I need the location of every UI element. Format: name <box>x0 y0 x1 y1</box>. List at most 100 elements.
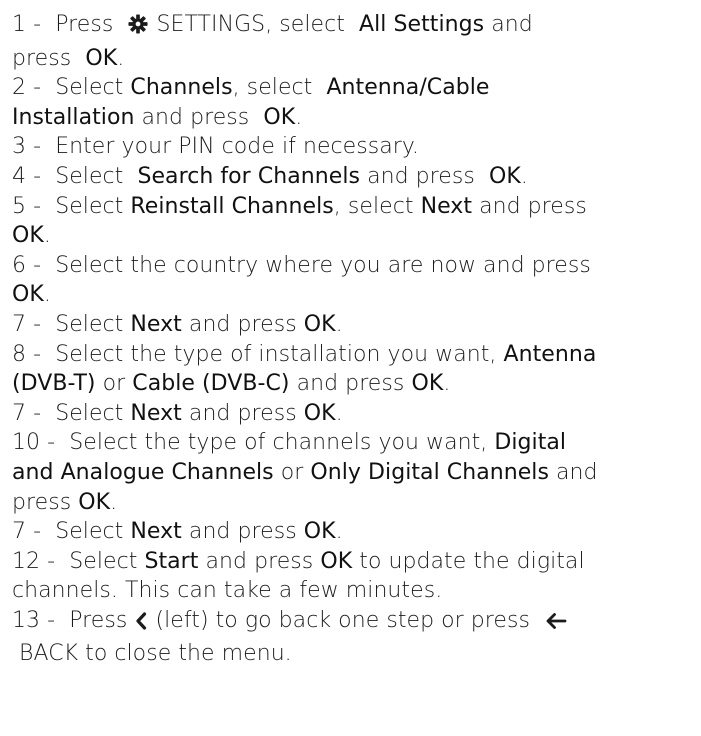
step-text: and press <box>479 193 587 219</box>
key-ok: OK <box>488 163 521 189</box>
chevron-left-icon <box>134 610 148 640</box>
step-text: Select the country where you are now and… <box>55 252 591 278</box>
step-text: and press <box>188 400 297 426</box>
step-number: 4 - <box>12 163 42 189</box>
instructions-document: 1 - Press SETTINGS, select All Settings … <box>0 0 701 736</box>
step-10-line-3: press OK. <box>12 488 701 518</box>
step-1-line-2: press OK. <box>12 44 701 74</box>
step-text: . <box>117 45 125 71</box>
step-text: or <box>280 459 304 485</box>
key-ok: OK <box>263 104 296 130</box>
menu-term-search-for-channels: Search for Channels <box>137 163 361 189</box>
settings-gear-icon <box>127 13 149 44</box>
step-text: and press <box>296 371 405 397</box>
step-7a-line-1: 7 - Select Next and press OK. <box>12 310 701 340</box>
step-7c-line-1: 7 - Select Next and press OK. <box>12 517 701 547</box>
step-text: . <box>43 223 51 249</box>
step-text: Enter your PIN code if necessary. <box>55 134 419 160</box>
menu-term-channels: Channels <box>130 75 233 101</box>
menu-term-all-settings: All Settings <box>359 12 485 37</box>
step-6-line-2: OK. <box>12 280 701 310</box>
step-text: . <box>335 400 343 426</box>
step-text: and <box>556 459 598 485</box>
key-ok: OK <box>85 45 118 71</box>
step-text: Select <box>69 548 138 574</box>
step-number: 7 - <box>12 400 42 426</box>
menu-term-digital: Digital <box>494 430 567 456</box>
menu-term-next: Next <box>420 193 473 219</box>
step-7b-line-1: 7 - Select Next and press OK. <box>12 399 701 429</box>
step-text: press <box>12 45 72 71</box>
step-text: . <box>443 371 451 397</box>
key-ok: OK <box>320 548 353 574</box>
key-ok: OK <box>78 489 111 515</box>
step-8-line-1: 8 - Select the type of installation you … <box>12 340 701 370</box>
step-text: press <box>12 489 72 515</box>
step-3-line-1: 3 - Enter your PIN code if necessary. <box>12 132 701 162</box>
step-text: . <box>43 282 51 308</box>
menu-term-antenna: Antenna <box>503 341 597 367</box>
step-text: . <box>110 489 118 515</box>
step-text: . <box>335 311 343 337</box>
step-number: 2 - <box>12 75 42 101</box>
step-number: 6 - <box>12 252 42 278</box>
step-text: Select the type of channels you want, <box>69 430 488 456</box>
step-number: 12 - <box>12 548 56 574</box>
step-13-line-1: 13 - Press (left) to go back one step or… <box>12 606 701 640</box>
menu-term-next: Next <box>130 519 182 545</box>
menu-term-installation: Installation <box>12 104 135 130</box>
step-text: (left) to go back one step or press <box>155 607 531 633</box>
step-2-line-1: 2 - Select Channels, select Antenna/Cabl… <box>12 73 701 103</box>
key-ok: OK <box>303 519 336 545</box>
step-5-line-1: 5 - Select Reinstall Channels, select Ne… <box>12 192 701 222</box>
menu-term-next: Next <box>130 311 182 337</box>
step-text: or <box>102 371 126 397</box>
step-text: Select <box>55 75 124 101</box>
step-number: 7 - <box>12 311 42 337</box>
back-arrow-icon <box>544 610 568 640</box>
menu-term-next: Next <box>130 400 182 426</box>
step-text: Select <box>55 193 124 219</box>
step-text: and press <box>205 548 314 574</box>
step-text: . <box>335 519 343 545</box>
step-13-line-2: BACK to close the menu. <box>12 639 701 669</box>
key-ok: OK <box>12 282 44 308</box>
step-text: . <box>520 163 528 189</box>
step-text: , select <box>333 193 414 219</box>
step-number: 1 - <box>12 12 42 37</box>
step-text: and press <box>367 163 475 189</box>
step-text: to update the digital <box>359 548 585 574</box>
step-text: and <box>491 12 533 37</box>
key-ok: OK <box>411 371 444 397</box>
step-text: Select <box>55 311 124 337</box>
step-4-line-1: 4 - Select Search for Channels and press… <box>12 162 701 192</box>
menu-term-antenna-dvb-t: (DVB-T) <box>12 371 96 397</box>
step-text: and press <box>141 104 250 130</box>
step-text: Press <box>69 607 128 633</box>
step-text: , select <box>232 75 313 101</box>
step-text: and press <box>188 519 297 545</box>
key-ok: OK <box>303 311 336 337</box>
step-12-line-1: 12 - Select Start and press OK to update… <box>12 547 701 577</box>
step-12-line-2: channels. This can take a few minutes. <box>12 576 701 606</box>
step-text: SETTINGS, select <box>156 12 345 37</box>
step-text: Select the type of installation you want… <box>55 341 497 367</box>
step-text: BACK to close the menu. <box>19 641 292 667</box>
menu-term-cable-dvb-c: Cable (DVB-C) <box>132 371 290 397</box>
key-ok: OK <box>12 223 44 249</box>
step-5-line-2: OK. <box>12 221 701 251</box>
menu-term-reinstall-channels: Reinstall Channels <box>130 193 334 219</box>
step-number: 13 - <box>12 607 56 633</box>
step-number: 10 - <box>12 430 56 456</box>
step-text: Select <box>55 400 124 426</box>
step-text: Select <box>55 163 124 189</box>
step-6-line-1: 6 - Select the country where you are now… <box>12 251 701 281</box>
step-8-line-2: (DVB-T) or Cable (DVB-C) and press OK. <box>12 369 701 399</box>
step-1-line-1: 1 - Press SETTINGS, select All Settings … <box>12 10 701 44</box>
step-number: 7 - <box>12 519 42 545</box>
step-10-line-1: 10 - Select the type of channels you wan… <box>12 428 701 458</box>
menu-term-start: Start <box>144 548 199 574</box>
menu-term-only-digital-channels: Only Digital Channels <box>310 459 549 485</box>
step-text: Select <box>55 519 124 545</box>
step-text: and press <box>188 311 297 337</box>
